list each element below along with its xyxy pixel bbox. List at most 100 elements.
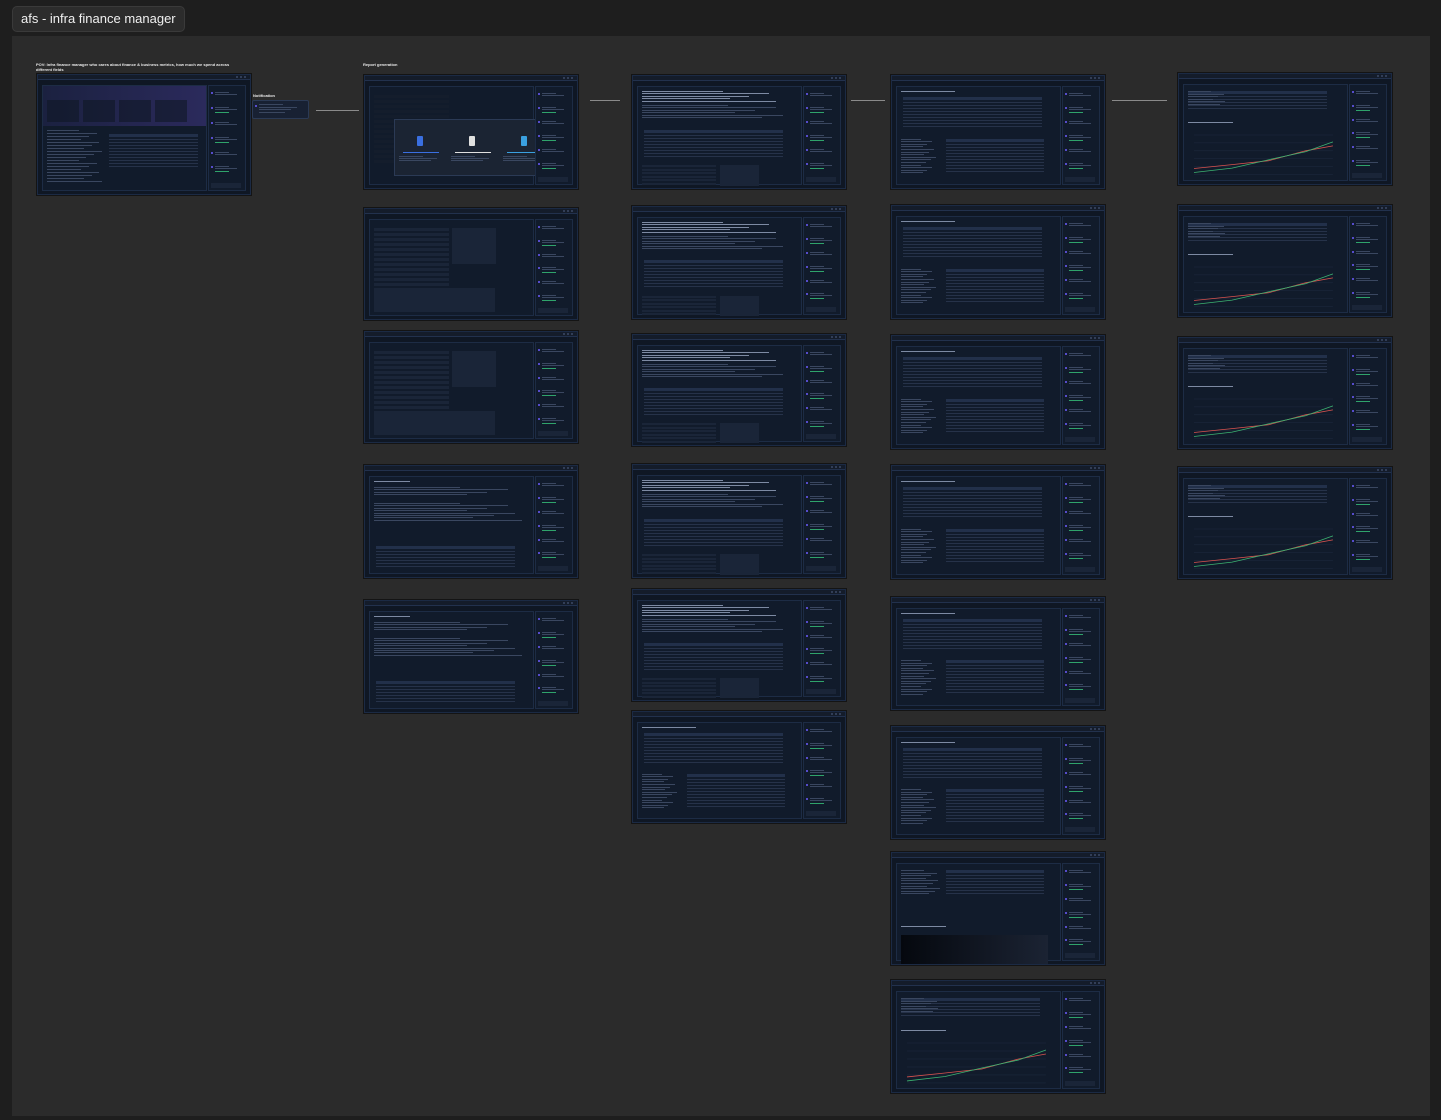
window-control-icon[interactable] — [1090, 854, 1092, 856]
report-frame-3[interactable] — [632, 334, 846, 446]
window-control-icon[interactable] — [839, 336, 841, 338]
analysis-frame-8[interactable] — [891, 980, 1105, 1093]
analysis-frame-5[interactable] — [891, 597, 1105, 710]
chat-input[interactable] — [805, 177, 836, 182]
template-picker-modal[interactable] — [394, 119, 557, 176]
window-control-icon[interactable] — [1098, 467, 1100, 469]
metric-card[interactable] — [83, 100, 116, 122]
window-control-icon[interactable] — [1098, 854, 1100, 856]
window-control-icon[interactable] — [571, 77, 573, 79]
window-control-icon[interactable] — [240, 76, 242, 78]
window-control-icon[interactable] — [1098, 982, 1100, 984]
chat-input[interactable] — [805, 307, 836, 312]
window-control-icon[interactable] — [1090, 337, 1092, 339]
metric-card[interactable] — [47, 100, 80, 122]
window-control-icon[interactable] — [1377, 339, 1379, 341]
chat-input[interactable] — [1351, 305, 1382, 310]
window-control-icon[interactable] — [563, 77, 565, 79]
chat-input[interactable] — [805, 434, 836, 439]
window-control-icon[interactable] — [563, 467, 565, 469]
template-picker-frame[interactable] — [364, 75, 578, 189]
window-control-icon[interactable] — [567, 602, 569, 604]
window-control-icon[interactable] — [1381, 207, 1383, 209]
chat-input[interactable] — [1064, 567, 1095, 572]
window-control-icon[interactable] — [831, 466, 833, 468]
window-control-icon[interactable] — [1377, 75, 1379, 77]
dashboard-frame[interactable] — [37, 74, 251, 195]
chat-input[interactable] — [1064, 307, 1095, 312]
window-control-icon[interactable] — [567, 210, 569, 212]
chat-input[interactable] — [1064, 177, 1095, 182]
chat-input[interactable] — [1064, 953, 1095, 958]
window-control-icon[interactable] — [1094, 207, 1096, 209]
window-control-icon[interactable] — [831, 77, 833, 79]
chat-input[interactable] — [537, 308, 568, 313]
analysis-frame-4[interactable] — [891, 465, 1105, 579]
window-control-icon[interactable] — [244, 76, 246, 78]
window-control-icon[interactable] — [1094, 982, 1096, 984]
window-control-icon[interactable] — [1098, 77, 1100, 79]
window-control-icon[interactable] — [831, 591, 833, 593]
window-control-icon[interactable] — [1090, 599, 1092, 601]
window-control-icon[interactable] — [1094, 77, 1096, 79]
window-control-icon[interactable] — [1094, 467, 1096, 469]
metric-card[interactable] — [155, 100, 188, 122]
window-control-icon[interactable] — [839, 713, 841, 715]
report-frame-6[interactable] — [632, 711, 846, 823]
window-control-icon[interactable] — [1385, 339, 1387, 341]
analysis-frame-7[interactable] — [891, 852, 1105, 965]
window-control-icon[interactable] — [571, 210, 573, 212]
window-control-icon[interactable] — [1090, 207, 1092, 209]
window-control-icon[interactable] — [835, 466, 837, 468]
chat-input[interactable] — [1064, 698, 1095, 703]
window-control-icon[interactable] — [839, 466, 841, 468]
chart-frame-2[interactable] — [1178, 205, 1392, 317]
window-control-icon[interactable] — [1098, 337, 1100, 339]
window-control-icon[interactable] — [831, 208, 833, 210]
template-illustration[interactable] — [403, 128, 440, 153]
window-control-icon[interactable] — [1385, 207, 1387, 209]
window-control-icon[interactable] — [567, 467, 569, 469]
window-control-icon[interactable] — [835, 713, 837, 715]
window-control-icon[interactable] — [236, 76, 238, 78]
chat-input[interactable] — [1351, 567, 1382, 572]
template-illustration[interactable] — [455, 128, 492, 153]
window-control-icon[interactable] — [1094, 854, 1096, 856]
window-control-icon[interactable] — [571, 333, 573, 335]
metric-card[interactable] — [119, 100, 152, 122]
board-title[interactable]: afs - infra finance manager — [12, 6, 185, 32]
window-control-icon[interactable] — [1377, 207, 1379, 209]
chat-input[interactable] — [1064, 827, 1095, 832]
window-control-icon[interactable] — [835, 77, 837, 79]
chat-input[interactable] — [1064, 437, 1095, 442]
window-control-icon[interactable] — [1381, 75, 1383, 77]
window-control-icon[interactable] — [563, 333, 565, 335]
window-control-icon[interactable] — [1090, 467, 1092, 469]
report-frame-2[interactable] — [632, 206, 846, 319]
analysis-frame-6[interactable] — [891, 726, 1105, 839]
window-control-icon[interactable] — [571, 602, 573, 604]
chat-input[interactable] — [1064, 1081, 1095, 1086]
window-control-icon[interactable] — [835, 591, 837, 593]
report-frame-4[interactable] — [632, 464, 846, 578]
chat-input[interactable] — [805, 689, 836, 694]
window-control-icon[interactable] — [1377, 469, 1379, 471]
chat-input[interactable] — [537, 431, 568, 436]
window-control-icon[interactable] — [839, 591, 841, 593]
window-control-icon[interactable] — [839, 208, 841, 210]
window-control-icon[interactable] — [1090, 728, 1092, 730]
analysis-frame-1[interactable] — [891, 75, 1105, 189]
chat-input[interactable] — [1351, 173, 1382, 178]
report-frame-1[interactable] — [632, 75, 846, 189]
window-control-icon[interactable] — [1385, 75, 1387, 77]
window-control-icon[interactable] — [571, 467, 573, 469]
chat-input[interactable] — [537, 177, 568, 182]
chat-input[interactable] — [210, 183, 241, 188]
chat-input[interactable] — [805, 566, 836, 571]
window-control-icon[interactable] — [563, 210, 565, 212]
window-control-icon[interactable] — [1381, 469, 1383, 471]
window-control-icon[interactable] — [1090, 77, 1092, 79]
chat-input[interactable] — [805, 811, 836, 816]
window-control-icon[interactable] — [1094, 599, 1096, 601]
chart-frame-1[interactable] — [1178, 73, 1392, 185]
